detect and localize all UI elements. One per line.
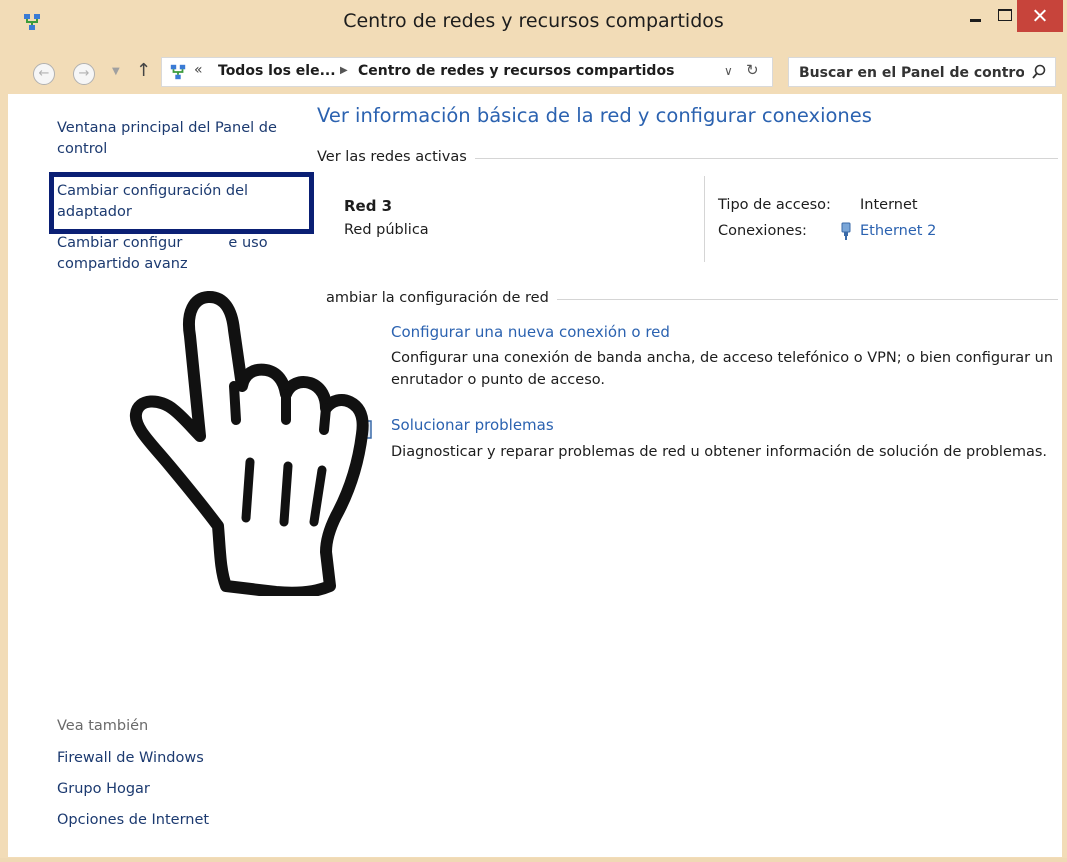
back-icon[interactable]: ← [33,63,55,85]
section-divider [468,158,1058,159]
content-pane: Ventana principal del Panel de control C… [8,94,1062,857]
highlight-box [49,172,314,234]
search-input[interactable] [797,62,1026,84]
ethernet-icon [841,222,851,240]
access-type-label: Tipo de acceso: [718,197,831,213]
up-arrow-icon[interactable]: ↑ [136,60,151,81]
address-bar[interactable]: « Todos los ele... ▶ Centro de redes y r… [161,57,773,87]
breadcrumb-network-center[interactable]: Centro de redes y recursos compartidos [358,63,674,79]
setup-connection-link[interactable]: Configurar una nueva conexión o red [391,323,670,341]
connections-label: Conexiones: [718,223,807,239]
page-title: Ver información básica de la red y confi… [317,104,872,127]
chevron-down-icon[interactable]: ∨ [724,64,733,78]
see-also-firewall[interactable]: Firewall de Windows [57,750,204,766]
title-bar: Centro de redes y recursos compartidos [0,0,1067,46]
refresh-icon[interactable]: ↻ [746,61,759,79]
close-button[interactable] [1017,0,1063,32]
see-also-heading: Vea también [57,718,149,734]
vertical-divider [704,176,705,262]
search-icon[interactable] [1031,63,1047,81]
recent-locations-chevron-icon[interactable]: ▼ [112,66,120,77]
window: Centro de redes y recursos compartidos ←… [0,0,1067,858]
breadcrumb-all-items[interactable]: Todos los ele... [218,63,336,79]
search-box[interactable] [788,57,1056,87]
troubleshoot-link[interactable]: Solucionar problemas [391,416,554,434]
navigation-bar: ← → ▼ ↑ « Todos los ele... ▶ Centro de r… [0,52,1067,92]
sidebar-link-advanced-sharing[interactable]: Cambiar configur e uso compartido avanz [57,233,282,275]
troubleshoot-description: Diagnosticar y reparar problemas de red … [391,444,1048,460]
window-title: Centro de redes y recursos compartidos [343,10,724,32]
pointing-hand-icon [129,291,369,596]
ethernet-connection-link[interactable]: Ethernet 2 [860,223,936,239]
see-also-internet-options[interactable]: Opciones de Internet [57,812,209,828]
access-type-value: Internet [860,197,918,213]
forward-icon[interactable]: → [73,63,95,85]
active-networks-heading: Ver las redes activas [317,149,475,165]
section-divider [553,299,1058,300]
setup-connection-description: Configurar una conexión de banda ancha, … [391,350,1054,388]
network-icon [170,64,186,80]
network-category: Red pública [344,222,429,238]
see-also-homegroup[interactable]: Grupo Hogar [57,781,150,797]
breadcrumb-overflow[interactable]: « [194,62,203,78]
network-name: Red 3 [344,197,393,215]
sidebar-link-control-panel-home[interactable]: Ventana principal del Panel de control [57,118,282,160]
breadcrumb-separator-icon[interactable]: ▶ [340,65,348,76]
